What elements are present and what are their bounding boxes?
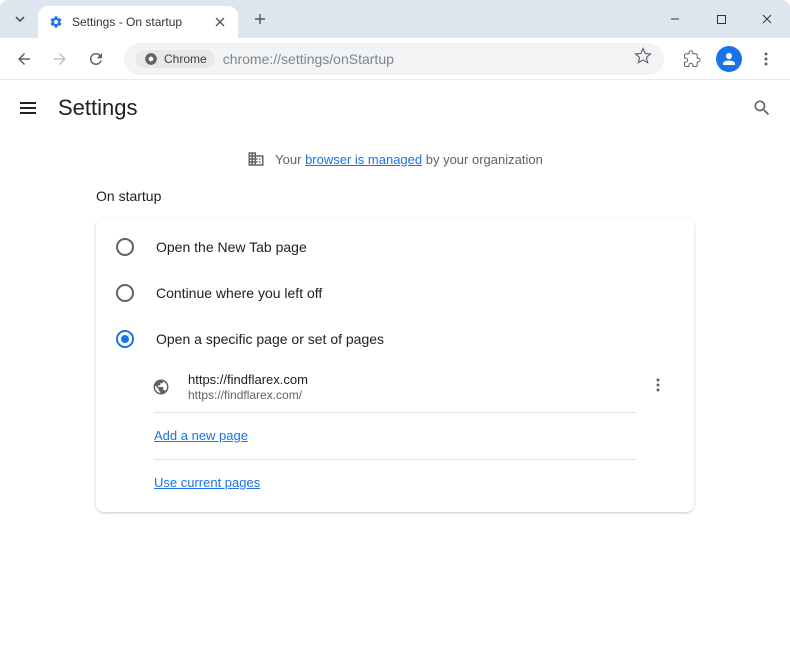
url-text: chrome://settings/onStartup	[223, 51, 626, 67]
startup-page-row: https://findflarex.com https://findflare…	[96, 362, 694, 412]
maximize-button[interactable]	[698, 0, 744, 38]
chevron-down-icon	[14, 13, 26, 25]
arrow-left-icon	[15, 50, 33, 68]
maximize-icon	[716, 14, 727, 25]
managed-link[interactable]: browser is managed	[305, 152, 422, 167]
forward-button[interactable]	[44, 43, 76, 75]
minimize-icon	[669, 13, 681, 25]
site-chip[interactable]: Chrome	[136, 50, 215, 68]
profile-button[interactable]	[716, 46, 742, 72]
section-title: On startup	[96, 182, 694, 218]
window-titlebar: Settings - On startup	[0, 0, 790, 38]
settings-header: Settings	[0, 80, 790, 136]
browser-tab[interactable]: Settings - On startup	[38, 6, 238, 38]
close-icon	[761, 13, 773, 25]
back-button[interactable]	[8, 43, 40, 75]
hamburger-icon	[18, 98, 38, 118]
close-window-button[interactable]	[744, 0, 790, 38]
tab-title: Settings - On startup	[72, 15, 204, 29]
use-current-link[interactable]: Use current pages	[154, 475, 260, 490]
radio-button[interactable]	[116, 284, 134, 302]
radio-label: Open the New Tab page	[156, 239, 307, 255]
radio-label: Continue where you left off	[156, 285, 322, 301]
tab-search-button[interactable]	[6, 5, 34, 33]
browser-toolbar: Chrome chrome://settings/onStartup	[0, 38, 790, 80]
managed-banner: Your browser is managed by your organiza…	[0, 136, 790, 182]
arrow-right-icon	[51, 50, 69, 68]
use-current-row: Use current pages	[96, 460, 694, 506]
radio-button[interactable]	[116, 330, 134, 348]
close-icon	[215, 17, 225, 27]
chip-label: Chrome	[164, 52, 207, 66]
globe-icon	[152, 378, 170, 396]
settings-title: Settings	[58, 95, 138, 121]
radio-button[interactable]	[116, 238, 134, 256]
star-icon	[634, 47, 652, 65]
add-page-row: Add a new page	[96, 413, 694, 459]
settings-content: On startup Open the New Tab page Continu…	[0, 182, 790, 512]
startup-card: Open the New Tab page Continue where you…	[96, 218, 694, 512]
chrome-icon	[144, 52, 158, 66]
radio-specific[interactable]: Open a specific page or set of pages	[96, 316, 694, 362]
settings-menu-button[interactable]	[16, 96, 40, 120]
minimize-button[interactable]	[652, 0, 698, 38]
radio-continue[interactable]: Continue where you left off	[96, 270, 694, 316]
site-info: https://findflarex.com https://findflare…	[188, 372, 624, 402]
settings-gear-icon	[48, 14, 64, 30]
dots-vertical-icon	[650, 377, 666, 393]
radio-label: Open a specific page or set of pages	[156, 331, 384, 347]
page-more-button[interactable]	[642, 377, 674, 398]
tab-close-button[interactable]	[212, 14, 228, 30]
puzzle-icon	[683, 50, 701, 68]
add-page-link[interactable]: Add a new page	[154, 428, 248, 443]
extensions-button[interactable]	[676, 43, 708, 75]
reload-button[interactable]	[80, 43, 112, 75]
managed-text: Your browser is managed by your organiza…	[275, 152, 543, 167]
reload-icon	[87, 50, 105, 68]
address-bar[interactable]: Chrome chrome://settings/onStartup	[124, 43, 664, 75]
new-tab-button[interactable]	[246, 5, 274, 33]
radio-new-tab[interactable]: Open the New Tab page	[96, 224, 694, 270]
site-name: https://findflarex.com	[188, 372, 624, 387]
bookmark-button[interactable]	[634, 47, 652, 70]
plus-icon	[253, 12, 267, 26]
window-controls	[652, 0, 790, 38]
search-icon	[752, 98, 772, 118]
person-icon	[720, 50, 738, 68]
building-icon	[247, 150, 265, 168]
search-settings-button[interactable]	[750, 96, 774, 120]
site-url: https://findflarex.com/	[188, 388, 624, 402]
dots-vertical-icon	[758, 51, 774, 67]
menu-button[interactable]	[750, 43, 782, 75]
